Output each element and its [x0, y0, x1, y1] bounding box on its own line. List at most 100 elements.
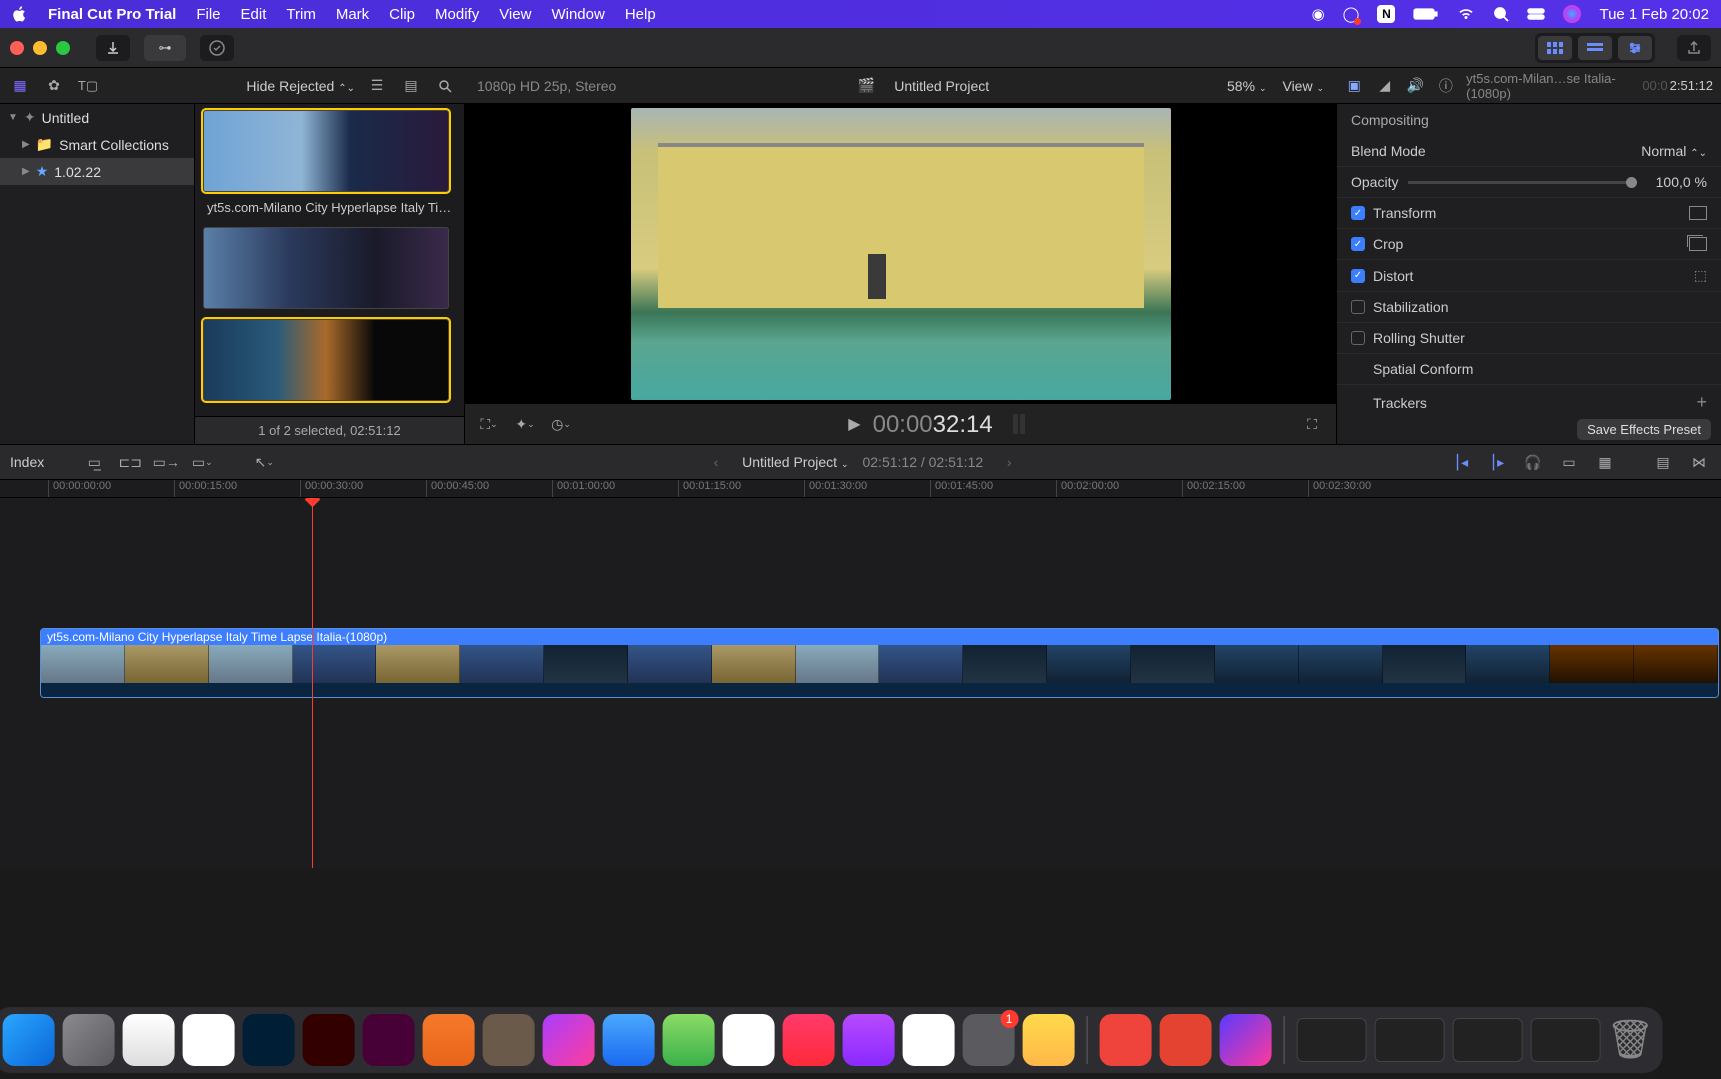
- titles-icon[interactable]: T▢: [76, 74, 100, 98]
- checkbox-icon[interactable]: [1351, 237, 1365, 251]
- dock-mail[interactable]: [602, 1014, 654, 1066]
- select-tool-icon[interactable]: ↖ ⌄: [252, 450, 276, 474]
- menu-file[interactable]: File: [196, 6, 220, 23]
- dock-numbers[interactable]: [902, 1014, 954, 1066]
- inspector-row-spatial[interactable]: Spatial Conform: [1337, 354, 1721, 385]
- menubar-clock[interactable]: Tue 1 Feb 20:02: [1599, 6, 1709, 23]
- dock-blender[interactable]: [422, 1014, 474, 1066]
- menu-clip[interactable]: Clip: [389, 6, 415, 23]
- dock-podcasts[interactable]: [842, 1014, 894, 1066]
- dock-maps[interactable]: [662, 1014, 714, 1066]
- clip-thumbnail[interactable]: [203, 319, 449, 401]
- insert-clip-icon[interactable]: ⊏⊐: [118, 450, 142, 474]
- distort-icon[interactable]: ⬚: [1694, 267, 1707, 284]
- wifi-icon[interactable]: [1457, 7, 1475, 21]
- clip-thumbnail[interactable]: [203, 110, 449, 192]
- dock-xd[interactable]: [362, 1014, 414, 1066]
- opacity-slider[interactable]: [1408, 181, 1637, 184]
- battery-icon[interactable]: [1413, 7, 1439, 21]
- dock-finder[interactable]: [2, 1014, 54, 1066]
- color-inspector-icon[interactable]: ◢: [1375, 74, 1396, 98]
- share-button[interactable]: [1677, 35, 1711, 61]
- clapperboard-icon[interactable]: 🎬: [854, 74, 878, 98]
- fullscreen-window[interactable]: [56, 41, 70, 55]
- skimming-icon[interactable]: ⎮◂: [1449, 450, 1473, 474]
- dock-chrome[interactable]: [182, 1014, 234, 1066]
- spotlight-icon[interactable]: [1493, 6, 1509, 22]
- menu-view[interactable]: View: [499, 6, 531, 23]
- timeline-fwd-icon[interactable]: ›: [997, 450, 1021, 474]
- filter-dropdown[interactable]: Hide Rejected ⌃⌄: [246, 78, 355, 94]
- sidebar-item-smart[interactable]: ▶ 📁 Smart Collections: [0, 131, 194, 158]
- dock-photoshop[interactable]: [242, 1014, 294, 1066]
- video-inspector-icon[interactable]: ▣: [1344, 74, 1365, 98]
- background-tasks-button[interactable]: [200, 35, 234, 61]
- dock-minimized-window[interactable]: [1296, 1018, 1366, 1062]
- dock-gimp[interactable]: [482, 1014, 534, 1066]
- search-icon[interactable]: [433, 74, 457, 98]
- sidebar-item-untitled[interactable]: ▼ ✦ Untitled: [0, 104, 194, 131]
- viewer-canvas[interactable]: [465, 104, 1336, 404]
- transitions-browser-icon[interactable]: ⋈: [1687, 450, 1711, 474]
- import-button[interactable]: [96, 35, 130, 61]
- transform-tool-icon[interactable]: ⛶ ⌄: [477, 412, 501, 436]
- apple-icon[interactable]: [12, 6, 28, 22]
- timeline-clip[interactable]: yt5s.com-Milano City Hyperlapse Italy Ti…: [40, 628, 1719, 698]
- photos-media-icon[interactable]: ✿: [42, 74, 66, 98]
- inspector-row-rolling-shutter[interactable]: Rolling Shutter: [1337, 323, 1721, 354]
- menu-edit[interactable]: Edit: [241, 6, 267, 23]
- inspector-row-transform[interactable]: Transform: [1337, 198, 1721, 229]
- view-menu[interactable]: View ⌄: [1282, 78, 1324, 94]
- info-inspector-icon[interactable]: ⓘ: [1436, 74, 1457, 98]
- timeline-appearance-icon[interactable]: ▤: [1651, 450, 1675, 474]
- playhead[interactable]: [312, 498, 313, 868]
- close-window[interactable]: [10, 41, 24, 55]
- solo-icon[interactable]: 🎧: [1521, 450, 1545, 474]
- library-icon[interactable]: ▦: [8, 74, 32, 98]
- connect-clip-icon[interactable]: ▭̲: [82, 450, 106, 474]
- menu-trim[interactable]: Trim: [286, 6, 315, 23]
- minimize-window[interactable]: [33, 41, 47, 55]
- menu-modify[interactable]: Modify: [435, 6, 479, 23]
- append-clip-icon[interactable]: ▭→: [154, 450, 178, 474]
- dock-music[interactable]: [782, 1014, 834, 1066]
- dock-settings[interactable]: 1: [962, 1014, 1014, 1066]
- dock-minimized-window[interactable]: [1530, 1018, 1600, 1062]
- checkbox-icon[interactable]: [1351, 206, 1365, 220]
- siri-icon[interactable]: [1563, 5, 1581, 23]
- fullscreen-icon[interactable]: ⛶: [1300, 412, 1324, 436]
- audio-inspector-icon[interactable]: 🔊: [1405, 74, 1426, 98]
- notion-icon[interactable]: N: [1377, 5, 1395, 23]
- browser-toggle[interactable]: [1538, 36, 1572, 60]
- app-name[interactable]: Final Cut Pro Trial: [48, 6, 176, 23]
- dock-finalcut[interactable]: [1219, 1014, 1271, 1066]
- sidebar-item-event[interactable]: ▶ ★ 1.02.22: [0, 158, 194, 185]
- dock-launchpad[interactable]: [62, 1014, 114, 1066]
- inspector-row-stabilization[interactable]: Stabilization: [1337, 292, 1721, 323]
- enhance-tool-icon[interactable]: ✦ ⌄: [513, 412, 537, 436]
- timeline-toggle[interactable]: [1578, 36, 1612, 60]
- control-center-icon[interactable]: [1527, 8, 1545, 20]
- overwrite-clip-icon[interactable]: ▭ ⌄: [190, 450, 214, 474]
- crop-icon[interactable]: [1689, 237, 1707, 251]
- dock-minimized-window[interactable]: [1452, 1018, 1522, 1062]
- menu-mark[interactable]: Mark: [336, 6, 369, 23]
- timeline-ruler[interactable]: 00:00:00:0000:00:15:0000:00:30:0000:00:4…: [0, 480, 1721, 498]
- inspector-row-trackers[interactable]: Trackers +: [1337, 385, 1721, 414]
- keyword-button[interactable]: ⊶: [144, 35, 186, 61]
- rect-icon[interactable]: [1689, 206, 1707, 220]
- inspector-row-distort[interactable]: Distort ⬚: [1337, 260, 1721, 292]
- dock-anydesk[interactable]: [1099, 1014, 1151, 1066]
- dock-notes[interactable]: [1022, 1014, 1074, 1066]
- checkbox-icon[interactable]: [1351, 300, 1365, 314]
- dock-photos[interactable]: [722, 1014, 774, 1066]
- retime-tool-icon[interactable]: ◷ ⌄: [549, 412, 573, 436]
- dock-illustrator[interactable]: [302, 1014, 354, 1066]
- save-effects-preset-button[interactable]: Save Effects Preset: [1577, 419, 1711, 440]
- dock-messenger[interactable]: [542, 1014, 594, 1066]
- play-button[interactable]: ▶: [848, 414, 860, 434]
- opacity-value[interactable]: 100,0 %: [1647, 174, 1707, 190]
- clip-thumbnail[interactable]: [203, 227, 449, 309]
- disclosure-icon[interactable]: ▼: [8, 112, 18, 123]
- dock-trash[interactable]: 🗑: [1608, 1014, 1652, 1066]
